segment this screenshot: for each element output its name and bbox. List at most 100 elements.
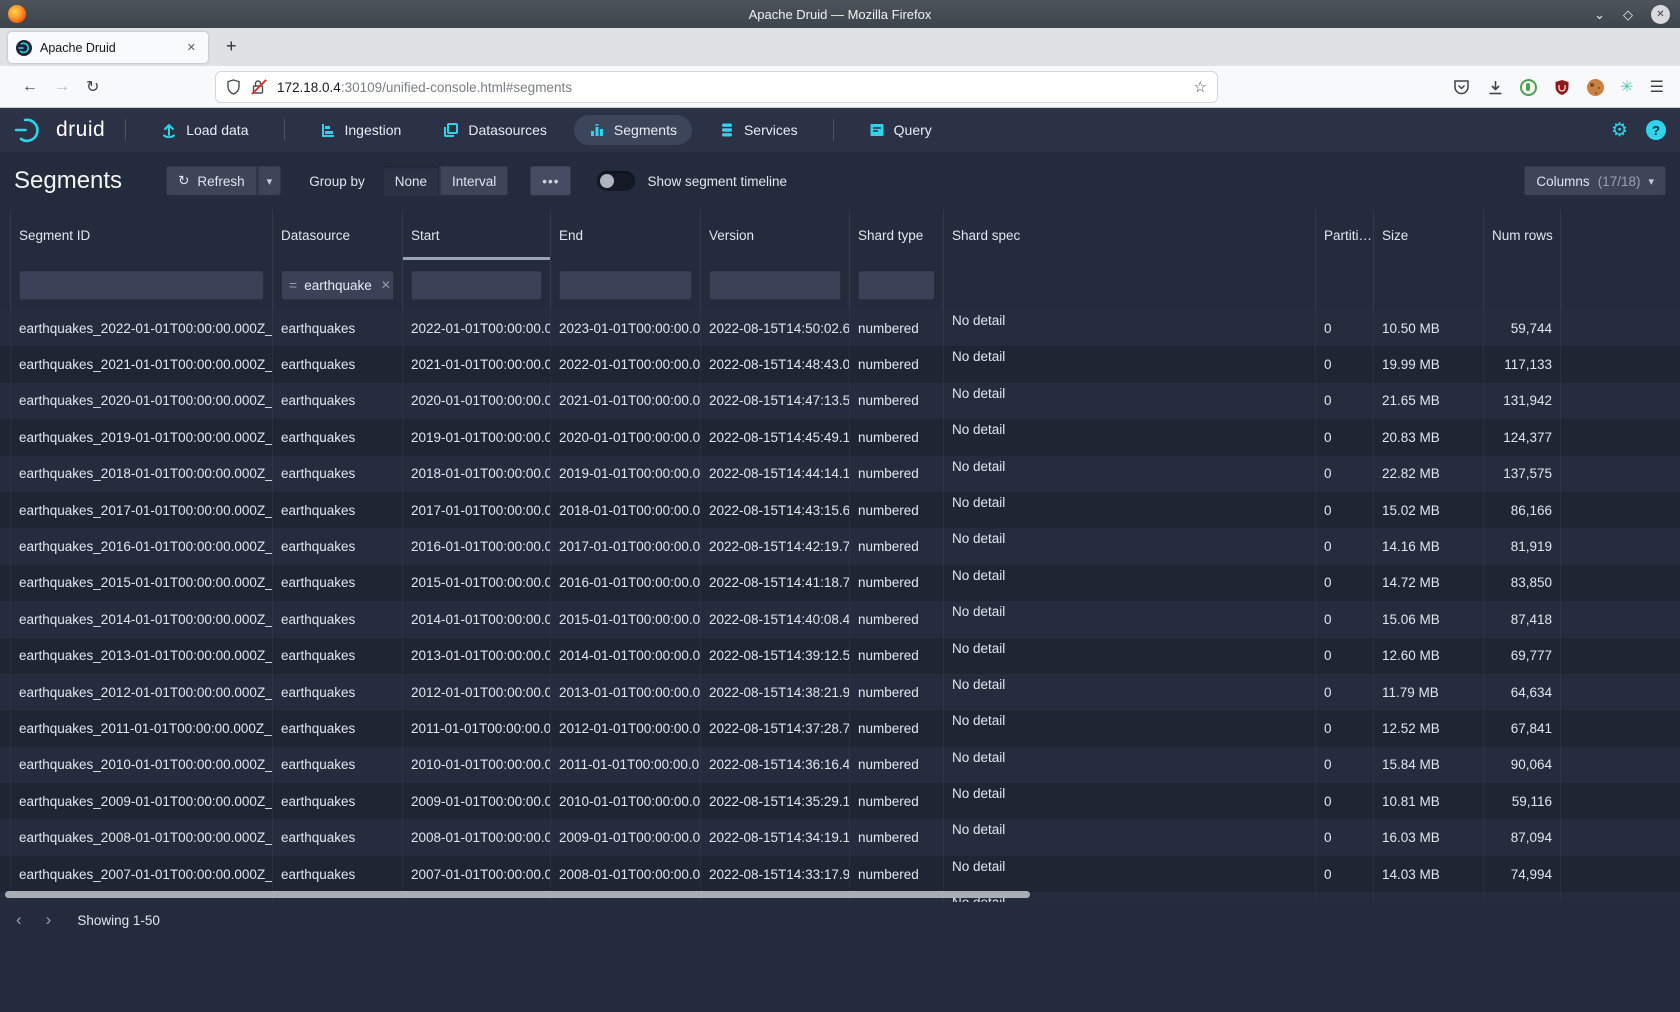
browser-tab[interactable]: Apache Druid ✕ [8,32,208,63]
minimize-icon[interactable]: ⌄ [1594,8,1605,21]
table-row[interactable]: earthquakes_2008-01-01T00:00:00.000Z_2… … [0,819,1680,855]
nav-item-load-data[interactable]: Load data [146,115,263,145]
column-header-shard-type[interactable]: Shard type [850,210,944,260]
group-by-interval-button[interactable]: Interval [439,166,508,196]
table-row[interactable]: earthquakes_2014-01-01T00:00:00.000Z_2… … [0,601,1680,637]
reload-button[interactable]: ↻ [86,77,99,97]
table-row[interactable]: earthquakes_2007-01-01T00:00:00.000Z_2… … [0,856,1680,892]
table-row[interactable]: earthquakes_2019-01-01T00:00:00.000Z_2… … [0,419,1680,455]
cell-shard-spec: No detail [944,419,1316,455]
column-header-segment-id[interactable]: Segment ID [10,210,273,260]
prev-page-icon[interactable]: ‹ [8,908,30,932]
table-row[interactable]: earthquakes_2009-01-01T00:00:00.000Z_2… … [0,783,1680,819]
hamburger-menu-icon[interactable]: ☰ [1650,77,1664,97]
cookie-extension-icon[interactable] [1587,79,1604,96]
cell-start: 2007-01-01T00:00:00.0… [403,856,551,892]
cell-start: 2016-01-01T00:00:00.0… [403,528,551,564]
cell-version: 2022-08-15T14:50:02.6… [701,310,850,346]
help-icon[interactable]: ? [1646,120,1666,140]
more-options-button[interactable]: ••• [530,166,571,196]
group-by-button-group: None Interval [383,166,509,196]
close-window-icon[interactable]: ✕ [1651,5,1670,24]
segment-timeline-toggle[interactable] [597,171,635,191]
maximize-icon[interactable]: ◇ [1623,8,1633,21]
druid-brand[interactable]: druid [12,116,105,144]
cell-shard-spec: No detail [944,346,1316,382]
column-header-start[interactable]: Start [403,210,551,260]
cell-end: 2022-01-01T00:00:00.0… [551,346,701,382]
url-bar[interactable]: 172.18.0.4:30109/unified-console.html#se… [215,71,1218,103]
cell-num-rows: 81,919 [1484,528,1561,564]
tab-close-icon[interactable]: ✕ [183,39,200,56]
cell-datasource: earthquakes [273,710,403,746]
forward-button[interactable]: → [54,78,70,96]
cell-size: 12.60 MB [1374,638,1484,674]
table-row[interactable]: earthquakes_2010-01-01T00:00:00.000Z_2… … [0,747,1680,783]
columns-picker-button[interactable]: Columns (17/18) ▾ [1524,166,1666,196]
horizontal-scrollbar[interactable] [5,891,1030,898]
nav-item-segments[interactable]: Segments [574,115,692,145]
table-row[interactable]: earthquakes_2018-01-01T00:00:00.000Z_2… … [0,456,1680,492]
refresh-dropdown-button[interactable]: ▾ [257,166,282,196]
table-row[interactable]: earthquakes_2021-01-01T00:00:00.000Z_2… … [0,346,1680,382]
group-by-none-button[interactable]: None [383,166,439,196]
back-button[interactable]: ← [22,78,38,96]
url-host: 172.18.0.4 [277,80,341,95]
cell-shard-spec: No detail [944,492,1316,528]
version-filter-input[interactable] [709,270,841,300]
nav-item-query[interactable]: Query [854,115,947,145]
ublock-icon[interactable] [1553,78,1571,96]
cell-segment-id: earthquakes_2010-01-01T00:00:00.000Z_2… [10,747,273,783]
table-row[interactable]: earthquakes_2016-01-01T00:00:00.000Z_2… … [0,528,1680,564]
tracking-shield-icon[interactable] [226,79,241,95]
cell-segment-id: earthquakes_2014-01-01T00:00:00.000Z_2… [10,601,273,637]
end-filter-input[interactable] [559,270,692,300]
shard-type-filter-input[interactable] [858,270,935,300]
start-filter-input[interactable] [411,270,542,300]
cell-partition: 0 [1316,710,1374,746]
column-header-shard-spec[interactable]: Shard spec [944,210,1316,260]
cell-size: 11.79 MB [1374,674,1484,710]
cell-segment-id: earthquakes_2013-01-01T00:00:00.000Z_2… [10,638,273,674]
next-page-icon[interactable]: › [38,908,60,932]
table-row[interactable]: earthquakes_2020-01-01T00:00:00.000Z_2… … [0,383,1680,419]
toggle-knob [600,174,614,188]
column-header-num-rows[interactable]: Num rows [1484,210,1561,260]
url-text: 172.18.0.4:30109/unified-console.html#se… [277,80,1194,95]
column-header-end[interactable]: End [551,210,701,260]
privacy-extension-icon[interactable] [1520,79,1537,96]
table-row[interactable]: earthquakes_2017-01-01T00:00:00.000Z_2… … [0,492,1680,528]
cell-shard-type: numbered [850,383,944,419]
cell-version: 2022-08-15T14:45:49.1… [701,419,850,455]
segment-id-filter-input[interactable] [19,270,264,300]
nav-item-ingestion[interactable]: Ingestion [305,115,417,145]
column-header-version[interactable]: Version [701,210,850,260]
cell-num-rows: 87,094 [1484,819,1561,855]
column-header-datasource[interactable]: Datasource [273,210,403,260]
nav-item-datasources[interactable]: Datasources [428,115,562,145]
table-row[interactable]: earthquakes_2013-01-01T00:00:00.000Z_2… … [0,638,1680,674]
colorful-extension-icon[interactable]: ✳ [1620,77,1633,97]
datasource-filter-input[interactable]: = earthquake ✕ [281,270,394,300]
cell-shard-type: numbered [850,638,944,674]
bookmark-star-icon[interactable]: ☆ [1194,78,1207,96]
column-header-size[interactable]: Size [1374,210,1484,260]
settings-gear-icon[interactable]: ⚙ [1611,119,1628,142]
column-header-partition[interactable]: Partiti… [1316,210,1374,260]
nav-item-label: Query [894,122,932,138]
cell-partition: 0 [1316,674,1374,710]
insecure-lock-icon[interactable] [251,79,265,95]
cell-num-rows: 86,166 [1484,492,1561,528]
filter-clear-icon[interactable]: ✕ [381,278,391,292]
table-row[interactable]: earthquakes_2012-01-01T00:00:00.000Z_2… … [0,674,1680,710]
new-tab-button[interactable]: + [220,36,243,57]
nav-item-services[interactable]: Services [704,115,813,145]
cell-shard-type: numbered [850,601,944,637]
table-row[interactable]: earthquakes_2015-01-01T00:00:00.000Z_2… … [0,565,1680,601]
table-row[interactable]: earthquakes_2022-01-01T00:00:00.000Z_2… … [0,310,1680,346]
cell-datasource: earthquakes [273,492,403,528]
table-row[interactable]: earthquakes_2011-01-01T00:00:00.000Z_2… … [0,710,1680,746]
downloads-icon[interactable] [1486,78,1504,96]
refresh-button[interactable]: ↻ Refresh [166,166,257,196]
pocket-icon[interactable] [1452,78,1470,96]
